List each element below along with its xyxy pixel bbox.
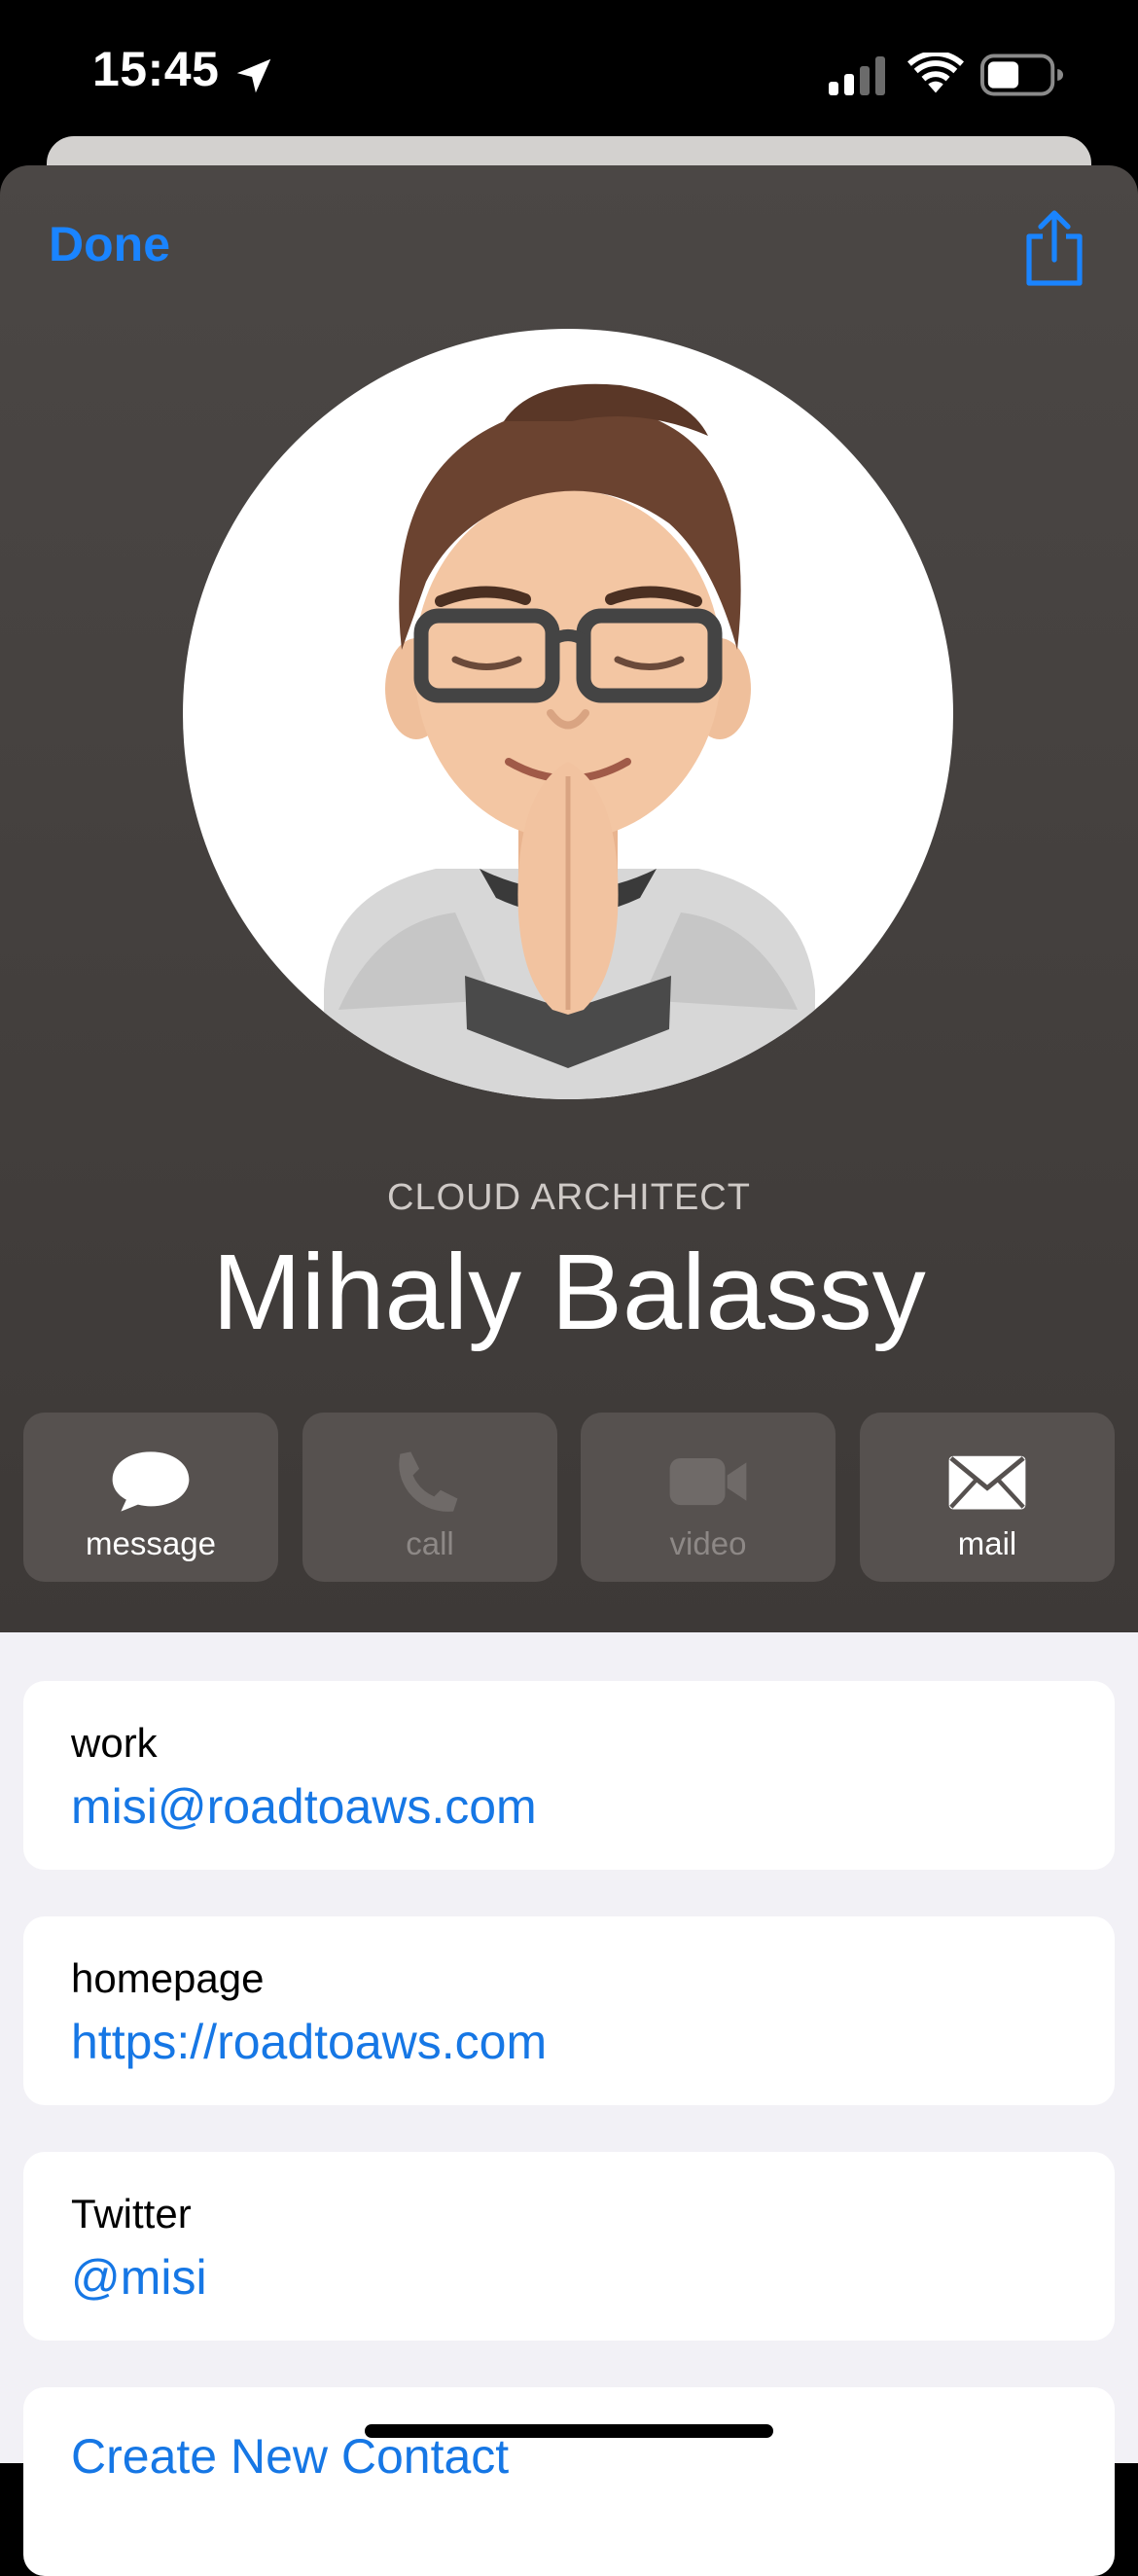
twitter-value[interactable]: @misi xyxy=(71,2249,207,2306)
done-button[interactable]: Done xyxy=(49,216,170,272)
mail-button[interactable]: mail xyxy=(860,1413,1115,1582)
create-contact-card[interactable]: Create New Contact xyxy=(23,2387,1115,2576)
video-button[interactable]: video xyxy=(581,1413,836,1582)
homepage-value[interactable]: https://roadtoaws.com xyxy=(71,2014,547,2070)
contact-avatar xyxy=(183,329,953,1099)
wifi-icon xyxy=(907,53,964,93)
phone-icon xyxy=(399,1451,458,1512)
status-bar: 15:45 xyxy=(0,0,1138,156)
memoji-avatar-image xyxy=(324,383,815,1099)
email-card[interactable]: work misi@roadtoaws.com xyxy=(23,1681,1115,1870)
call-label: call xyxy=(406,1525,454,1561)
envelope-icon xyxy=(948,1455,1026,1510)
twitter-card[interactable]: Twitter @misi xyxy=(23,2152,1115,2341)
video-camera-icon xyxy=(669,1457,747,1506)
email-label: work xyxy=(71,1720,158,1766)
twitter-label: Twitter xyxy=(71,2191,192,2236)
battery-icon xyxy=(980,54,1064,96)
message-button[interactable]: message xyxy=(23,1413,278,1582)
video-label: video xyxy=(669,1525,747,1561)
homepage-label: homepage xyxy=(71,1955,265,2001)
cellular-signal-icon xyxy=(829,56,885,95)
status-time: 15:45 xyxy=(92,42,220,96)
home-indicator[interactable] xyxy=(365,2424,773,2438)
message-bubble-icon xyxy=(112,1451,190,1512)
job-title: CLOUD ARCHITECT xyxy=(387,1177,751,1218)
quick-actions: message call video mail xyxy=(23,1413,1115,1582)
mail-label: mail xyxy=(957,1525,1017,1561)
contact-details: work misi@roadtoaws.com homepage https:/… xyxy=(0,1632,1138,2576)
call-button[interactable]: call xyxy=(302,1413,557,1582)
contact-header: Done CLOUD ARCHITECT Mihaly Balassy mess… xyxy=(0,165,1138,1632)
location-arrow-icon xyxy=(236,58,271,93)
email-value[interactable]: misi@roadtoaws.com xyxy=(71,1778,537,1835)
share-icon[interactable] xyxy=(1021,208,1087,288)
homepage-card[interactable]: homepage https://roadtoaws.com xyxy=(23,1916,1115,2105)
contact-name: Mihaly Balassy xyxy=(212,1233,926,1352)
message-label: message xyxy=(86,1525,216,1561)
